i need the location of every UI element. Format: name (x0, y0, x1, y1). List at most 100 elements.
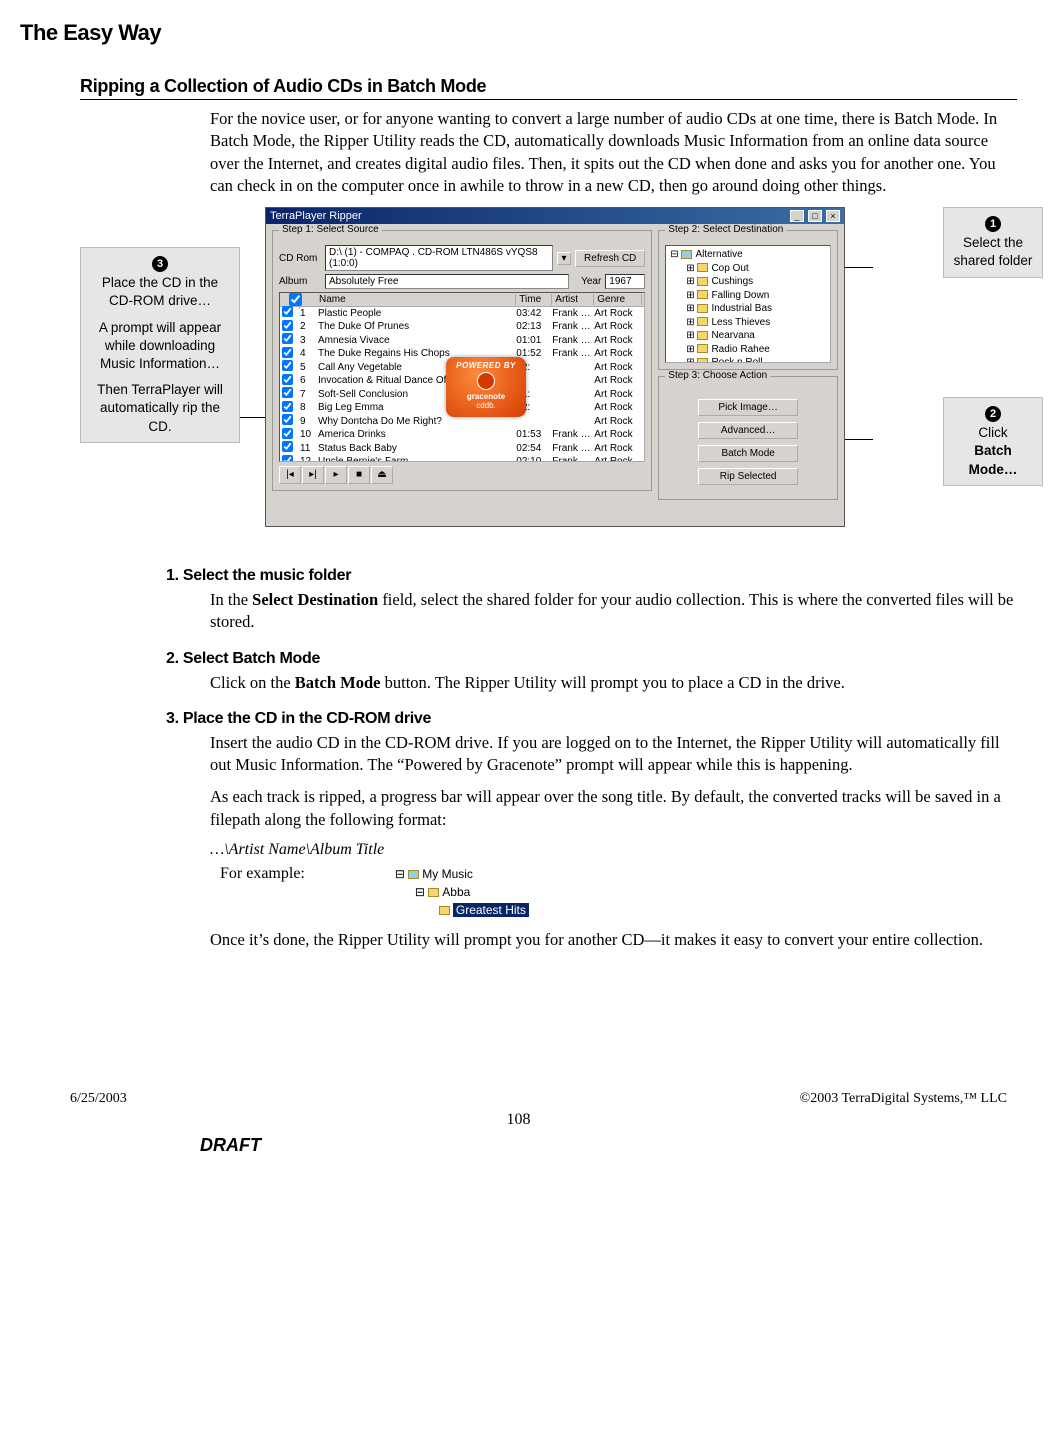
gracenote-bot: cddb. (448, 401, 524, 410)
eject-icon[interactable]: ⏏ (371, 466, 393, 484)
callout-3-line: Place the CD in the CD-ROM drive… (89, 274, 231, 310)
callout-3-line: Then TerraPlayer will automatically rip … (89, 381, 231, 436)
tree-node[interactable]: ⊞ Cushings (670, 275, 826, 289)
group-step1-title: Step 1: Select Source (279, 224, 382, 235)
folder-icon (439, 906, 450, 915)
titlebar: TerraPlayer Ripper _ □ × (266, 208, 844, 224)
transport-controls: |◂ ▸| ▸ ■ ⏏ (279, 466, 645, 484)
pointer-line (845, 439, 873, 440)
prev-track-icon[interactable]: |◂ (279, 466, 301, 484)
minimize-icon[interactable]: _ (790, 210, 804, 222)
tree-node[interactable]: ⊞ Less Thieves (670, 316, 826, 330)
folder-icon (697, 263, 708, 272)
intro-paragraph: For the novice user, or for anyone wanti… (210, 108, 1017, 197)
table-row[interactable]: 2The Duke Of Prunes02:13Frank …Art Rock (280, 320, 644, 334)
window-title: TerraPlayer Ripper (270, 210, 362, 222)
track-checkbox[interactable] (282, 428, 293, 439)
refresh-cd-button[interactable]: Refresh CD (575, 250, 645, 267)
callout-2-line1: Click (952, 424, 1034, 442)
callout-step-3: 3 Place the CD in the CD-ROM drive… A pr… (80, 247, 240, 443)
pointer-line (240, 417, 268, 418)
tree-node[interactable]: ⊞ Industrial Bas (670, 302, 826, 316)
tree-node[interactable]: ⊞ Nearvana (670, 329, 826, 343)
tree-node[interactable]: ⊞ Radio Rahee (670, 343, 826, 357)
track-checkbox[interactable] (282, 414, 293, 425)
folder-icon (697, 358, 708, 363)
track-list[interactable]: Name Time Artist Genre 1Plastic People03… (279, 292, 645, 462)
table-row[interactable]: 12Uncle Bernie's Farm02:10Frank …Art Roc… (280, 455, 644, 462)
example-tree-selected: Greatest Hits (453, 903, 529, 917)
stop-icon[interactable]: ■ (348, 466, 370, 484)
batch-mode-button[interactable]: Batch Mode (698, 445, 798, 462)
example-label: For example: (220, 865, 305, 883)
section-heading: Ripping a Collection of Audio CDs in Bat… (80, 76, 1017, 100)
tree-node[interactable]: ⊞ Falling Down (670, 289, 826, 303)
year-label: Year (573, 276, 601, 287)
page-title: The Easy Way (20, 20, 1017, 46)
next-track-icon[interactable]: ▸ (325, 466, 347, 484)
step-2-heading: 2. Select Batch Mode (166, 650, 1017, 668)
folder-open-icon (408, 870, 419, 879)
ripper-window: TerraPlayer Ripper _ □ × Step 1: Select … (265, 207, 845, 527)
folder-icon (697, 317, 708, 326)
table-row[interactable]: 11Status Back Baby02:54Frank …Art Rock (280, 442, 644, 456)
advanced-button[interactable]: Advanced… (698, 422, 798, 439)
tree-node[interactable]: ⊞ Rock n Roll (670, 356, 826, 363)
callout-number-1: 1 (985, 216, 1001, 232)
pick-image-button[interactable]: Pick Image… (698, 399, 798, 416)
track-checkbox[interactable] (282, 455, 293, 462)
table-row[interactable]: 3Amnesia Vivace01:01Frank …Art Rock (280, 334, 644, 348)
figure-area: 3 Place the CD in the CD-ROM drive… A pr… (20, 207, 1017, 547)
track-checkbox[interactable] (282, 360, 293, 371)
folder-icon (697, 331, 708, 340)
table-row[interactable]: 10America Drinks01:53Frank …Art Rock (280, 428, 644, 442)
track-checkbox[interactable] (282, 333, 293, 344)
callout-1-text: Select the shared folder (952, 234, 1034, 270)
step-3-body-3: Once it’s done, the Ripper Utility will … (210, 929, 1017, 951)
table-row[interactable]: 1Plastic People03:42Frank …Art Rock (280, 307, 644, 321)
step-3-body-2: As each track is ripped, a progress bar … (210, 786, 1017, 831)
group-step3-title: Step 3: Choose Action (665, 370, 770, 381)
tree-node[interactable]: ⊟ Alternative (670, 248, 826, 262)
album-label: Album (279, 276, 321, 287)
col-artist: Artist (552, 294, 594, 305)
gracenote-logo-icon (477, 372, 495, 390)
play-icon[interactable]: ▸| (302, 466, 324, 484)
rip-selected-button[interactable]: Rip Selected (698, 468, 798, 485)
track-checkbox[interactable] (282, 320, 293, 331)
tree-node[interactable]: ⊞ Cop Out (670, 262, 826, 276)
folder-icon (697, 344, 708, 353)
step-3-body-1: Insert the audio CD in the CD-ROM drive.… (210, 732, 1017, 777)
filepath-format: …\Artist Name\Album Title (210, 841, 1017, 859)
track-list-header: Name Time Artist Genre (280, 293, 644, 307)
maximize-icon[interactable]: □ (808, 210, 822, 222)
callout-3-line: A prompt will appear while downloading M… (89, 319, 231, 374)
track-checkbox[interactable] (282, 401, 293, 412)
track-checkbox[interactable] (282, 387, 293, 398)
track-checkbox[interactable] (282, 347, 293, 358)
cdrom-label: CD Rom (279, 253, 321, 264)
close-icon[interactable]: × (826, 210, 840, 222)
year-input[interactable]: 1967 (605, 274, 645, 289)
group-step2: Step 2: Select Destination ⊟ Alternative… (658, 230, 838, 370)
select-all-checkbox[interactable] (289, 293, 302, 306)
album-input[interactable]: Absolutely Free (325, 274, 569, 289)
chevron-down-icon[interactable]: ▾ (557, 252, 571, 265)
cdrom-select[interactable]: D:\ (1) - COMPAQ . CD-ROM LTN486S vYQS8 … (325, 245, 553, 271)
window-buttons: _ □ × (789, 210, 840, 222)
track-checkbox[interactable] (282, 374, 293, 385)
callout-number-2: 2 (985, 406, 1001, 422)
col-genre: Genre (594, 294, 642, 305)
gracenote-mid: gracenote (448, 392, 524, 401)
step-1-heading: 1. Select the music folder (166, 567, 1017, 585)
track-checkbox[interactable] (282, 441, 293, 452)
folder-icon (697, 277, 708, 286)
folder-open-icon (681, 250, 692, 259)
track-checkbox[interactable] (282, 306, 293, 317)
group-step1: Step 1: Select Source CD Rom D:\ (1) - C… (272, 230, 652, 491)
destination-tree[interactable]: ⊟ Alternative ⊞ Cop Out ⊞ Cushings ⊞ Fal… (665, 245, 831, 363)
callout-2-bold: Batch Mode… (952, 442, 1034, 478)
step-2-body: Click on the Batch Mode button. The Ripp… (210, 672, 1017, 694)
callout-number-3: 3 (152, 256, 168, 272)
step-1-body: In the Select Destination field, select … (210, 589, 1017, 634)
